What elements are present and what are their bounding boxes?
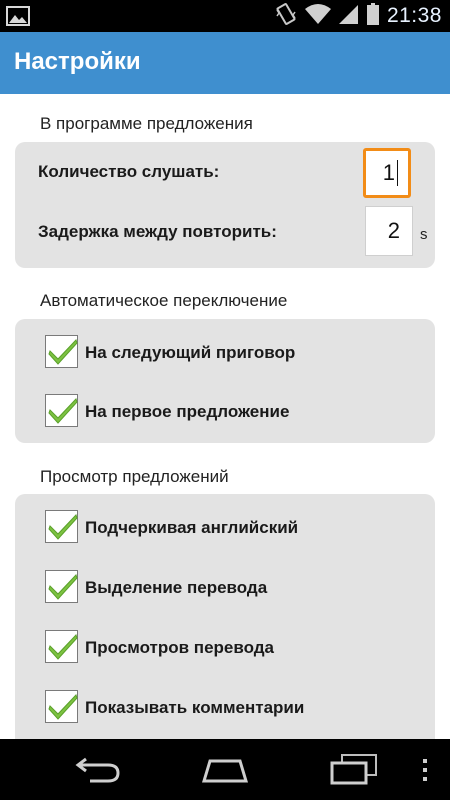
- card-auto-switch: На следующий приговор На первое предложе…: [15, 319, 435, 443]
- signal-icon: [338, 3, 359, 30]
- next-sentence-checkbox[interactable]: [45, 335, 78, 368]
- checkmark-icon: [48, 339, 78, 365]
- first-sentence-checkbox[interactable]: [45, 394, 78, 427]
- vibrate-icon: [275, 2, 297, 31]
- checkmark-icon: [48, 634, 78, 660]
- next-sentence-label: На следующий приговор: [85, 343, 296, 362]
- battery-icon: [366, 2, 379, 30]
- gallery-icon: [6, 6, 30, 26]
- listen-count-input[interactable]: 1: [363, 148, 411, 198]
- app-bar: Настройки: [0, 32, 450, 94]
- highlight-translation-label: Выделение перевода: [85, 578, 268, 597]
- repeat-delay-label: Задержка между повторить:: [38, 222, 277, 241]
- show-comments-checkbox[interactable]: [45, 690, 78, 723]
- show-comments-label: Показывать комментарии: [85, 698, 305, 717]
- card-sentence-view: Подчеркивая английский Выделение перевод…: [15, 494, 435, 739]
- view-translation-label: Просмотров перевода: [85, 638, 274, 657]
- checkmark-icon: [48, 398, 78, 424]
- checkmark-icon: [48, 514, 78, 540]
- section-title-sentence-playback: В программе предложения: [40, 114, 253, 133]
- section-title-auto-switch: Автоматическое переключение: [40, 291, 288, 310]
- underline-english-label: Подчеркивая английский: [85, 518, 299, 537]
- settings-list[interactable]: В программе предложения Количество слуша…: [0, 94, 450, 739]
- repeat-delay-unit: s: [420, 226, 428, 243]
- back-icon[interactable]: [72, 751, 124, 792]
- text-caret: [397, 160, 398, 186]
- repeat-delay-input[interactable]: 2: [365, 206, 413, 256]
- listen-count-label: Количество слушать:: [38, 162, 220, 181]
- navigation-bar: [0, 739, 450, 800]
- highlight-translation-checkbox[interactable]: [45, 570, 78, 603]
- status-time: 21:38: [386, 4, 442, 27]
- recent-apps-icon[interactable]: [328, 751, 380, 792]
- card-sentence-playback: Количество слушать: 1 Задержка между пов…: [15, 142, 435, 268]
- section-title-sentence-view: Просмотр предложений: [40, 467, 229, 486]
- home-icon[interactable]: [200, 751, 250, 792]
- checkmark-icon: [48, 694, 78, 720]
- view-translation-checkbox[interactable]: [45, 630, 78, 663]
- wifi-icon: [304, 3, 331, 30]
- first-sentence-label: На первое предложение: [85, 402, 290, 421]
- underline-english-checkbox[interactable]: [45, 510, 78, 543]
- status-bar: 21:38: [0, 0, 450, 32]
- checkmark-icon: [48, 574, 78, 600]
- page-title: Настройки: [14, 48, 141, 75]
- menu-overflow-icon[interactable]: [420, 759, 430, 788]
